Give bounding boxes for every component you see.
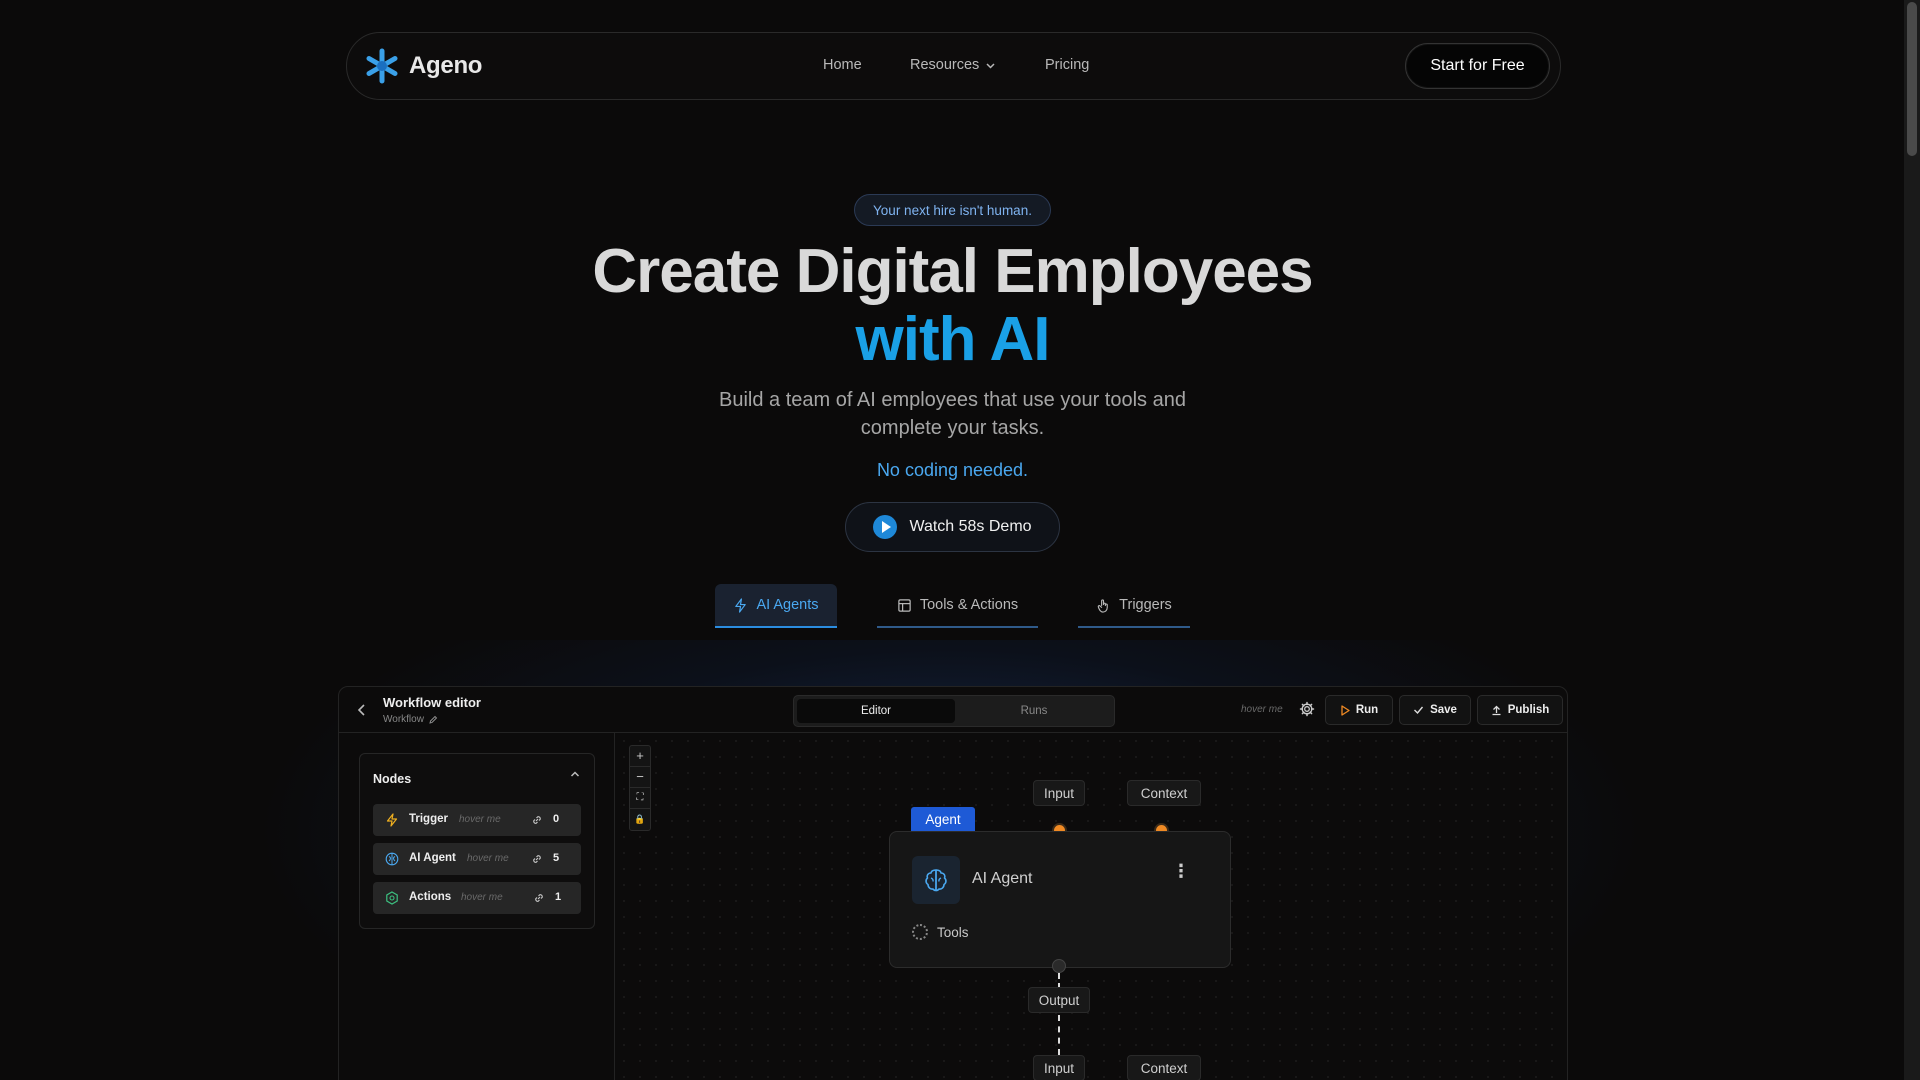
zoom-controls: + − ⛶ 🔒	[629, 745, 651, 831]
zoom-out-button[interactable]: −	[630, 767, 650, 788]
editor-header: Workflow editor Workflow Editor Runs hov…	[339, 687, 1567, 733]
hexagon-icon	[386, 891, 398, 905]
fit-view-button[interactable]: ⛶	[630, 788, 650, 809]
tab-triggers[interactable]: Triggers	[1078, 584, 1190, 628]
segment-runs[interactable]: Runs	[955, 699, 1113, 723]
nav-resources-label: Resources	[910, 57, 980, 73]
output-port-handle[interactable]	[1052, 959, 1066, 973]
segment-editor[interactable]: Editor	[797, 699, 955, 723]
port-label-input: Input	[1033, 780, 1085, 806]
nav-home-link[interactable]: Home	[823, 57, 862, 73]
agent-tag: Agent	[911, 807, 975, 831]
node-count: 5	[553, 852, 560, 864]
play-outline-icon	[1341, 704, 1350, 716]
editor-subtitle[interactable]: Workflow	[383, 714, 438, 725]
link-icon	[533, 816, 541, 824]
asterisk-logo-icon	[366, 48, 398, 84]
watch-demo-label: Watch 58s Demo	[909, 518, 1032, 535]
tools-label: Tools	[937, 924, 969, 940]
workflow-name: Workflow	[383, 714, 424, 725]
save-button[interactable]: Save	[1399, 695, 1471, 725]
port-label-context: Context	[1127, 780, 1201, 806]
port-label-output: Output	[1028, 987, 1090, 1013]
hero-badge: Your next hire isn't human.	[854, 194, 1051, 226]
brand-name: Ageno	[409, 52, 483, 79]
tab-label: Triggers	[1119, 597, 1172, 613]
link-icon	[535, 894, 543, 902]
lock-button[interactable]: 🔒	[630, 809, 650, 830]
editor-runs-toggle: Editor Runs	[793, 695, 1115, 727]
brain-icon	[925, 869, 947, 892]
tab-ai-agents[interactable]: AI Agents	[715, 584, 837, 628]
node-count: 1	[555, 891, 562, 903]
no-coding-text: No coding needed.	[876, 460, 1029, 480]
hero-title-line1: Create Digital Employees	[592, 237, 1313, 306]
check-icon	[1414, 706, 1424, 715]
agent-brain-icon-box	[912, 856, 960, 904]
chevron-down-icon	[986, 62, 995, 69]
node-count: 0	[553, 813, 560, 825]
page-scrollbar[interactable]	[1904, 0, 1920, 1080]
node-name: AI Agent	[409, 852, 456, 864]
publish-label: Publish	[1507, 704, 1550, 716]
play-icon	[873, 515, 898, 539]
editor-title: Workflow editor	[383, 695, 481, 710]
node-hint: hover me	[467, 853, 509, 864]
tab-label: AI Agents	[756, 597, 819, 613]
brand-logo[interactable]: Ageno	[363, 47, 482, 85]
node-hint: hover me	[459, 814, 501, 825]
more-vertical-icon[interactable]: ⋮	[1172, 862, 1190, 880]
scrollbar-thumb[interactable]	[1907, 2, 1917, 156]
tab-label: Tools & Actions	[919, 597, 1019, 613]
node-item-ai-agent[interactable]: AI Agent hover me 5	[373, 843, 581, 875]
brain-icon	[385, 852, 399, 866]
run-label: Run	[1355, 704, 1379, 716]
watch-demo-button[interactable]: Watch 58s Demo	[845, 502, 1060, 552]
node-name: Actions	[409, 891, 452, 903]
zoom-in-button[interactable]: +	[630, 746, 650, 767]
link-icon	[533, 855, 541, 863]
lightning-icon	[386, 813, 398, 827]
next-port-label-context: Context	[1127, 1055, 1201, 1080]
next-port-label-input: Input	[1033, 1055, 1085, 1080]
hover-hint: hover me	[1241, 704, 1283, 715]
workflow-editor-preview: Workflow editor Workflow Editor Runs hov…	[338, 686, 1568, 1080]
ai-agent-node[interactable]: AI Agent ⋮ Tools	[889, 831, 1231, 968]
nav-pricing-link[interactable]: Pricing	[1045, 57, 1089, 73]
editor-sidebar: Nodes Trigger hover me 0 AI Agent hover …	[339, 733, 615, 1080]
agent-node-name: AI Agent	[972, 870, 1033, 887]
top-navbar: Ageno Home Resources Pricing Start for F…	[346, 32, 1561, 100]
nodes-panel-title: Nodes	[373, 772, 412, 786]
node-hint: hover me	[461, 892, 503, 903]
edge-line	[1058, 1015, 1060, 1055]
node-name: Trigger	[409, 813, 448, 825]
tab-tools-actions[interactable]: Tools & Actions	[877, 584, 1038, 628]
node-item-actions[interactable]: Actions hover me 1	[373, 882, 581, 914]
gear-icon[interactable]	[1299, 701, 1315, 717]
publish-button[interactable]: Publish	[1477, 695, 1563, 725]
nodes-panel: Nodes Trigger hover me 0 AI Agent hover …	[359, 753, 595, 929]
run-button[interactable]: Run	[1325, 695, 1393, 725]
agent-tools-slot[interactable]: Tools	[912, 924, 969, 940]
hero-title-line2: with AI	[855, 305, 1051, 374]
save-label: Save	[1430, 704, 1457, 716]
hero-subtitle: Build a team of AI employees that use yo…	[719, 389, 1186, 439]
layout-icon	[898, 598, 911, 612]
pencil-icon	[429, 715, 438, 724]
lightning-icon	[735, 597, 747, 613]
start-for-free-button[interactable]: Start for Free	[1405, 43, 1550, 89]
dotted-circle-icon	[912, 924, 928, 940]
node-item-trigger[interactable]: Trigger hover me 0	[373, 804, 581, 836]
chevron-up-icon[interactable]	[570, 770, 580, 778]
upload-icon	[1492, 705, 1501, 715]
back-chevron-icon[interactable]	[357, 703, 367, 719]
nav-resources-dropdown[interactable]: Resources	[910, 57, 996, 73]
hand-pointer-icon	[1097, 598, 1108, 613]
